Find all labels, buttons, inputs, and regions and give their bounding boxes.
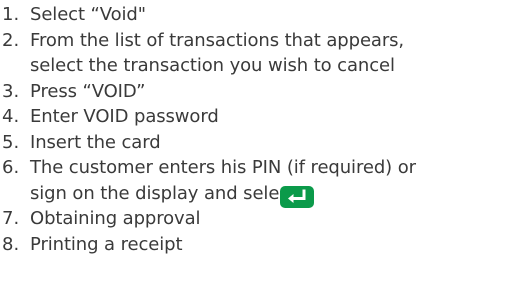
step-number: 2. [2,29,20,51]
list-item: 5. Insert the card [0,130,505,156]
step-number: 6. [2,157,20,178]
step-line: Insert the card [30,131,161,153]
step-line: From the list of transactions that appea… [30,29,405,51]
list-item: 3. Press “VOID” [0,79,505,105]
list-item: 1. Select “Void" [0,2,505,28]
list-item: 8. Printing a receipt [0,232,505,258]
list-item: 4. Enter VOID password [0,104,505,130]
step-text: The customer enters his PIN (if required… [30,155,416,206]
step-line: Obtaining approval [30,208,201,229]
list-item: 6. The customer enters his PIN (if requi… [0,155,505,208]
step-number: 8. [2,233,20,255]
step-number: 1. [2,4,20,25]
step-number: 3. [2,80,20,102]
step-line: Enter VOID password [30,106,219,127]
step-text: Obtaining approval [30,206,201,232]
step-text: Select “Void" [30,2,146,28]
step-line: The customer enters his PIN (if required… [30,157,416,178]
list-item: 2. From the list of transactions that ap… [0,28,505,79]
step-number: 4. [2,106,20,127]
step-line: Select “Void" [30,4,146,25]
enter-key-icon [280,186,314,208]
step-number: 5. [2,131,20,153]
list-item: 7. Obtaining approval [0,206,505,232]
step-line: Press “VOID” [30,80,146,102]
enter-arrow-glyph [288,189,306,203]
step-text: Enter VOID password [30,104,219,130]
step-text: Insert the card [30,130,161,156]
step-text: Press “VOID” [30,79,146,105]
step-line: select the transaction you wish to cance… [30,55,395,76]
instruction-list: 1. Select “Void" 2. From the list of tra… [0,2,505,257]
step-text: Printing a receipt [30,232,183,258]
step-line: sign on the display and selects [30,182,306,204]
step-number: 7. [2,208,20,229]
step-text: From the list of transactions that appea… [30,28,404,79]
step-line: Printing a receipt [30,233,183,255]
